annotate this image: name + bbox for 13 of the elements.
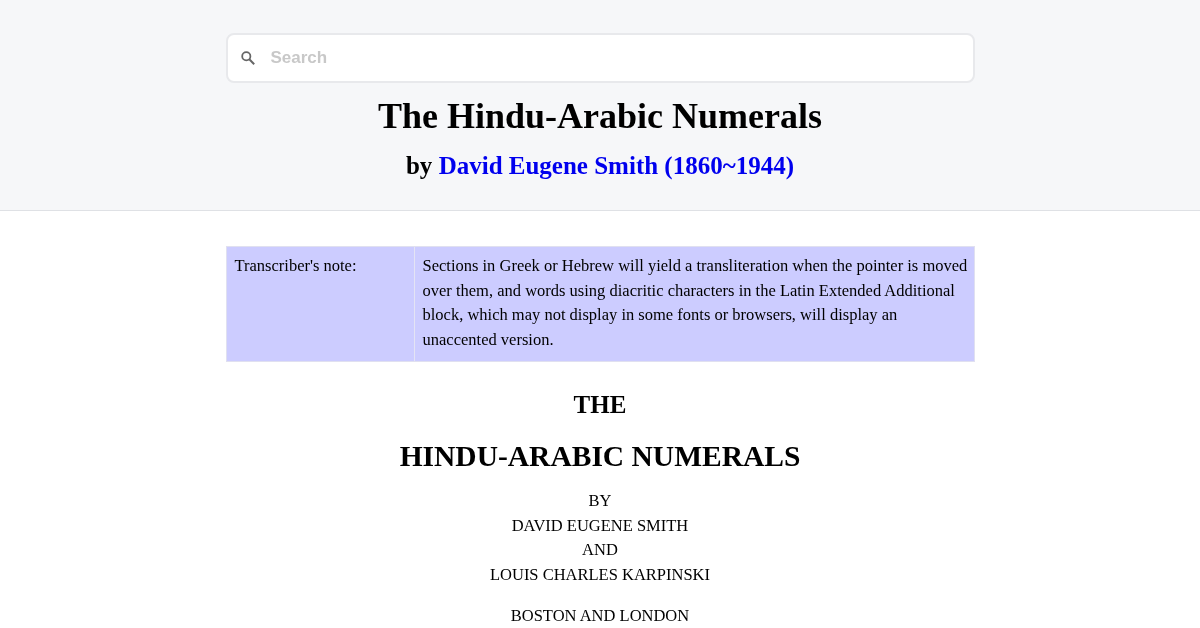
title-page-heading: THE bbox=[573, 390, 627, 420]
byline: by David Eugene Smith (1860~1944) bbox=[405, 151, 794, 181]
title-page-title: HINDU-ARABIC NUMERALS bbox=[399, 439, 801, 474]
author-line: BY bbox=[588, 490, 612, 512]
author-link[interactable]: David Eugene Smith (1860~1944) bbox=[438, 152, 794, 179]
author-line: AND bbox=[582, 539, 618, 562]
note-label: Transcriber's note: bbox=[233, 255, 358, 277]
author-line: LOUIS CHARLES KARPINSKI bbox=[489, 564, 710, 587]
imprint-text: BOSTON AND LONDON bbox=[510, 604, 690, 627]
note-text: Sections in Greek or Hebrew will yield a transliteration when the pointer is moved over them, and words using diacritic characters in the Latin Extended Additional block, which may not display in some fonts or browsers, will display an unaccented version. bbox=[413, 247, 974, 361]
author-line: DAVID EUGENE SMITH bbox=[511, 514, 689, 537]
search-icon bbox=[240, 51, 255, 65]
book-title: The Hindu-Arabic Numerals bbox=[378, 95, 822, 137]
